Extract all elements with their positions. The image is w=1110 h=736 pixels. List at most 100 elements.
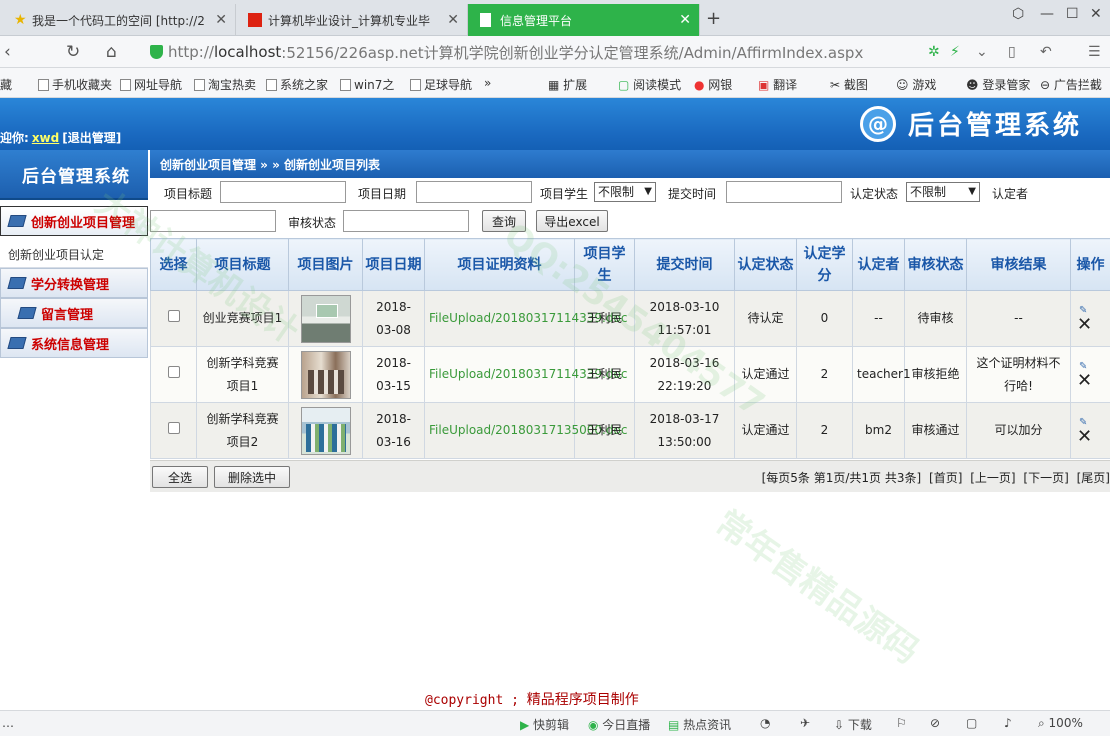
reload-icon[interactable]: ↻: [66, 42, 80, 62]
filter-title-label: 项目标题: [164, 187, 213, 201]
phone-icon[interactable]: ▯: [1008, 44, 1016, 60]
delete-icon[interactable]: ✕: [1077, 425, 1092, 448]
maximize-icon[interactable]: ☐: [1066, 6, 1079, 22]
close-window-icon[interactable]: ✕: [1090, 6, 1102, 22]
close-icon[interactable]: ✕: [679, 12, 691, 28]
minimize-icon[interactable]: —: [1040, 6, 1054, 22]
quick-edit-button[interactable]: ▶ 快剪辑: [520, 716, 569, 733]
delete-icon[interactable]: ✕: [1077, 313, 1092, 336]
translate-button[interactable]: ▣ 翻译: [758, 76, 797, 93]
bookmark[interactable]: 系统之家: [266, 76, 328, 93]
cell-affirmer: teacher1: [852, 346, 911, 403]
filter-review-input[interactable]: [343, 210, 469, 232]
screenshot-button[interactable]: ✂ 截图: [830, 76, 868, 93]
volume-icon[interactable]: ♪: [1004, 716, 1012, 730]
filter-affirmer-input[interactable]: [150, 210, 276, 232]
home-icon[interactable]: ⌂: [106, 42, 117, 62]
filter-status-select[interactable]: 不限制 ▼: [906, 182, 980, 202]
bookmark[interactable]: 足球导航: [410, 76, 472, 93]
column-header: 项目日期: [362, 238, 425, 291]
cursor-icon[interactable]: ✈: [800, 716, 810, 730]
filter-date-input[interactable]: [416, 181, 532, 203]
bookmark[interactable]: 淘宝热卖: [194, 76, 256, 93]
download-button[interactable]: ⇩ 下载: [834, 716, 872, 733]
translate-icon: ▣: [758, 78, 774, 92]
project-image[interactable]: [300, 294, 351, 343]
select-value: 不限制: [910, 185, 947, 199]
login-manager-button[interactable]: ☻ 登录管家: [966, 76, 1030, 93]
last-page-link[interactable]: [尾页]: [1077, 471, 1110, 485]
sidebar-item-project-affirm[interactable]: 创新创业项目认定: [0, 242, 148, 268]
skin-icon[interactable]: ⬡: [1012, 6, 1024, 22]
filter-student-select[interactable]: 不限制 ▼: [594, 182, 656, 202]
bookmark[interactable]: 藏: [0, 76, 12, 93]
window-icon[interactable]: ▢: [966, 716, 977, 730]
select-all-button[interactable]: 全选: [152, 466, 208, 488]
menu-icon[interactable]: ☰: [1088, 44, 1101, 60]
browser-tab-2[interactable]: 计算机毕业设计_计算机专业毕 ✕: [236, 4, 468, 36]
zoom-level[interactable]: ⌕ 100%: [1038, 716, 1083, 731]
project-image[interactable]: [300, 406, 351, 455]
logout-link[interactable]: [退出管理]: [62, 131, 121, 145]
column-header: 项目标题: [196, 238, 289, 291]
filter-submit-input[interactable]: [726, 181, 842, 203]
clean-icon[interactable]: ⊘: [930, 716, 940, 730]
bank-button[interactable]: ● 网银: [694, 76, 732, 93]
flag-status-icon[interactable]: ⚐: [896, 716, 907, 730]
close-icon[interactable]: ✕: [447, 12, 459, 28]
export-excel-button[interactable]: 导出excel: [536, 210, 608, 232]
undo-icon[interactable]: ↶: [1040, 44, 1052, 60]
row-checkbox[interactable]: [167, 422, 180, 434]
bookmark[interactable]: 手机收藏夹: [38, 76, 112, 93]
sidebar-item-messages[interactable]: 留言管理: [0, 298, 148, 328]
bookmark-label: 扩展: [563, 78, 588, 92]
next-page-link[interactable]: [下一页]: [1023, 471, 1068, 485]
cell-credit: 0: [796, 290, 853, 347]
column-header: 选择: [150, 238, 197, 291]
speed-icon[interactable]: ◔: [760, 716, 770, 730]
cell-title: 创新学科竞赛项目2: [196, 402, 289, 459]
browser-tab-1[interactable]: ★ 我是一个代码工的空间 [http://2 ✕: [0, 4, 236, 36]
proof-file-link[interactable]: FileUpload/20180317135000.doc: [424, 402, 627, 459]
sidebar-item-system-info[interactable]: 系统信息管理: [0, 328, 148, 358]
url-input[interactable]: http://localhost:52156/226asp.net计算机学院创新…: [142, 40, 974, 64]
close-icon[interactable]: ✕: [215, 12, 227, 28]
extensions-button[interactable]: ▦ 扩展: [548, 76, 587, 93]
proof-file-link[interactable]: FileUpload/20180317114339.doc: [424, 346, 627, 403]
bookmarks-more[interactable]: »: [484, 76, 491, 90]
bookmark[interactable]: win7之: [340, 76, 394, 93]
cell-affirmer: --: [852, 290, 905, 347]
column-header: 认定学分: [796, 238, 853, 291]
play-icon: ▶: [520, 718, 534, 732]
first-page-link[interactable]: [首页]: [929, 471, 962, 485]
reader-mode-button[interactable]: ▢ 阅读模式: [618, 76, 681, 93]
delete-selected-button[interactable]: 删除选中: [214, 466, 290, 488]
browser-tab-3[interactable]: 信息管理平台 ✕: [468, 4, 700, 36]
project-image[interactable]: [300, 350, 351, 399]
chevron-down-icon[interactable]: ⌄: [976, 44, 988, 60]
adblock-button[interactable]: ⊖ 广告拦截: [1040, 76, 1102, 93]
back-icon[interactable]: ‹: [4, 42, 11, 62]
bookmark[interactable]: 网址导航: [120, 76, 182, 93]
query-button[interactable]: 查询: [482, 210, 526, 232]
lightning-icon[interactable]: ⚡: [950, 44, 960, 60]
live-button[interactable]: ◉ 今日直播: [588, 716, 650, 733]
bookmark-label: 广告拦截: [1053, 78, 1102, 92]
prev-page-link[interactable]: [上一页]: [970, 471, 1015, 485]
cell-submit-time: 2018-03-17 13:50:00: [634, 402, 735, 459]
news-button[interactable]: ▤ 热点资讯: [668, 716, 731, 733]
gear-icon[interactable]: ✲: [928, 44, 940, 60]
sidebar-item-project-manage[interactable]: 创新创业项目管理: [0, 206, 148, 236]
row-checkbox[interactable]: [167, 366, 180, 378]
zoom-value: 100%: [1048, 716, 1083, 730]
tab-title: 我是一个代码工的空间 [http://2: [32, 13, 205, 28]
new-tab-icon[interactable]: +: [706, 8, 721, 29]
proof-file-link[interactable]: FileUpload/20180317114339.doc: [424, 290, 627, 347]
filter-title-input[interactable]: [220, 181, 346, 203]
delete-icon[interactable]: ✕: [1077, 369, 1092, 392]
games-button[interactable]: ☺ 游戏: [896, 76, 936, 93]
sidebar-item-credit-convert[interactable]: 学分转换管理: [0, 268, 148, 298]
row-checkbox[interactable]: [167, 310, 180, 322]
user-icon: ☻: [966, 78, 983, 92]
username-link[interactable]: xwd: [32, 131, 59, 145]
